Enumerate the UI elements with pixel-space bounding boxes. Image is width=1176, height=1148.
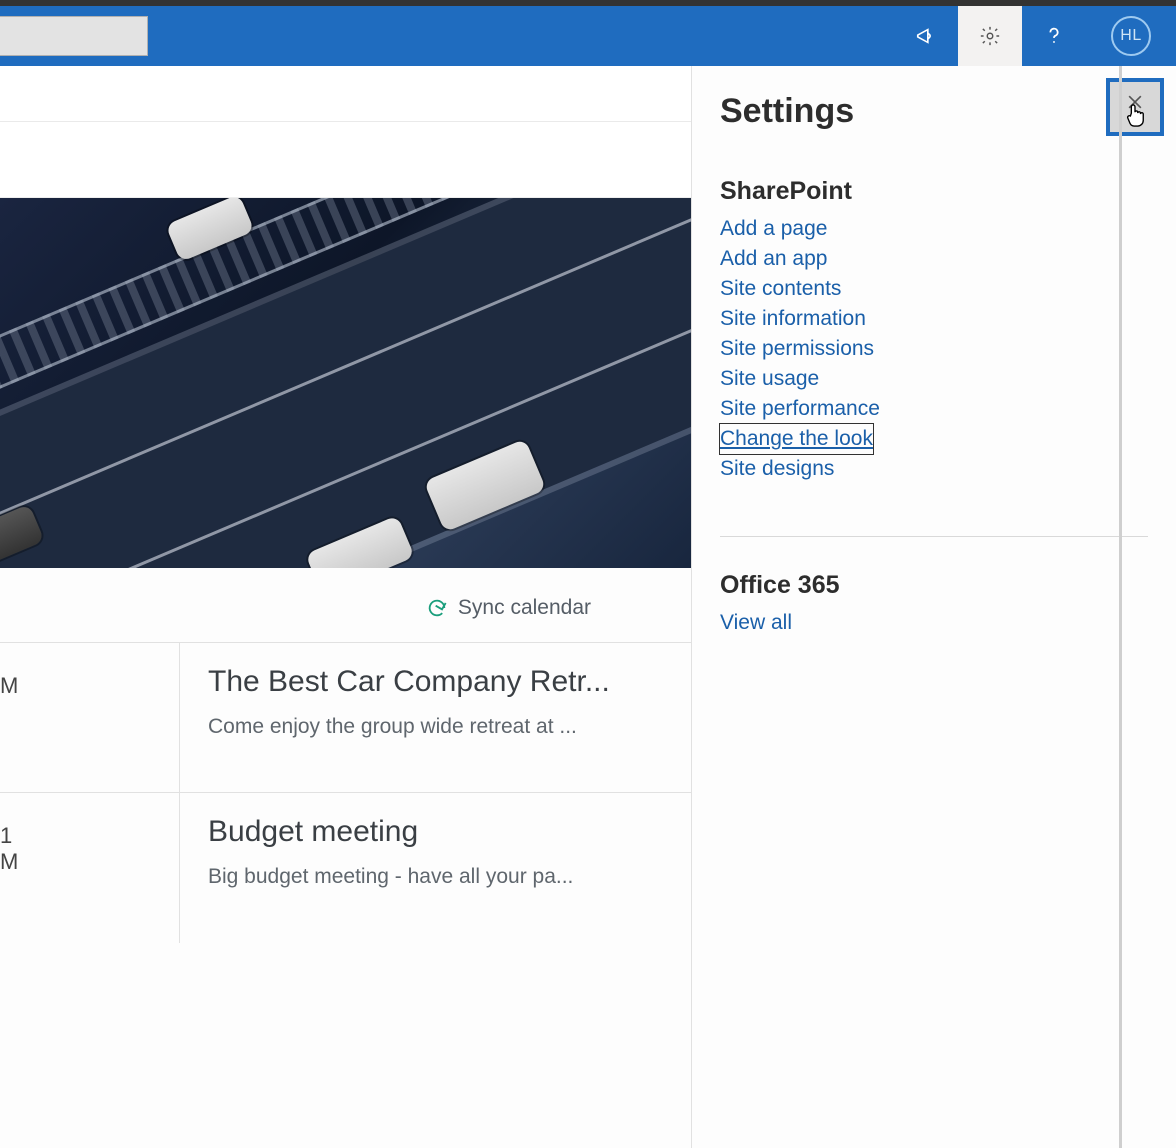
link-site-designs[interactable]: Site designs xyxy=(720,454,834,484)
link-add-an-app[interactable]: Add an app xyxy=(720,244,827,274)
event-row[interactable]: 1 M Budget meeting Big budget meeting - … xyxy=(0,793,691,943)
event-description: Come enjoy the group wide retreat at ... xyxy=(208,715,663,739)
link-site-performance[interactable]: Site performance xyxy=(720,394,880,424)
main-area: Sync calendar M The Best Car Company Ret… xyxy=(0,66,1176,1148)
sync-icon xyxy=(426,597,448,619)
settings-button[interactable] xyxy=(958,6,1022,66)
event-title: The Best Car Company Retr... xyxy=(208,665,663,699)
avatar-initials: HL xyxy=(1120,27,1141,45)
settings-divider xyxy=(720,536,1148,537)
link-site-usage[interactable]: Site usage xyxy=(720,364,819,394)
event-title: Budget meeting xyxy=(208,815,663,849)
events-list: M The Best Car Company Retr... Come enjo… xyxy=(0,642,691,943)
suite-bar: HL xyxy=(0,6,1176,66)
link-site-information[interactable]: Site information xyxy=(720,304,866,334)
settings-panel-title: Settings xyxy=(720,84,854,131)
link-site-permissions[interactable]: Site permissions xyxy=(720,334,874,364)
settings-section-heading: Office 365 xyxy=(720,571,1148,600)
link-site-contents[interactable]: Site contents xyxy=(720,274,841,304)
close-settings-button[interactable] xyxy=(1106,78,1164,136)
megaphone-button[interactable] xyxy=(894,6,958,66)
sync-label: Sync calendar xyxy=(458,596,591,620)
settings-panel: Settings SharePoint Add a page Add an ap… xyxy=(691,66,1176,1148)
link-change-the-look[interactable]: Change the look xyxy=(720,424,873,454)
search-input[interactable] xyxy=(0,16,148,56)
suite-bar-right: HL xyxy=(894,6,1176,66)
link-view-all[interactable]: View all xyxy=(720,608,792,638)
help-icon xyxy=(1043,25,1065,47)
link-add-a-page[interactable]: Add a page xyxy=(720,214,827,244)
hero-image xyxy=(0,198,691,568)
event-time: M xyxy=(0,643,180,792)
content-header-region xyxy=(0,66,691,198)
gear-icon xyxy=(979,25,1001,47)
help-button[interactable] xyxy=(1022,6,1086,66)
avatar: HL xyxy=(1111,16,1151,56)
sync-calendar-button[interactable]: Sync calendar xyxy=(0,568,691,642)
event-row[interactable]: M The Best Car Company Retr... Come enjo… xyxy=(0,643,691,793)
account-button[interactable]: HL xyxy=(1086,6,1176,66)
event-time: 1 M xyxy=(0,793,180,943)
sharepoint-links: Add a page Add an app Site contents Site… xyxy=(720,214,1148,484)
page-content: Sync calendar M The Best Car Company Ret… xyxy=(0,66,691,1148)
cursor-hand-icon xyxy=(1124,102,1146,128)
megaphone-icon xyxy=(915,25,937,47)
settings-section-heading: SharePoint xyxy=(720,177,1148,206)
event-description: Big budget meeting - have all your pa... xyxy=(208,865,663,889)
